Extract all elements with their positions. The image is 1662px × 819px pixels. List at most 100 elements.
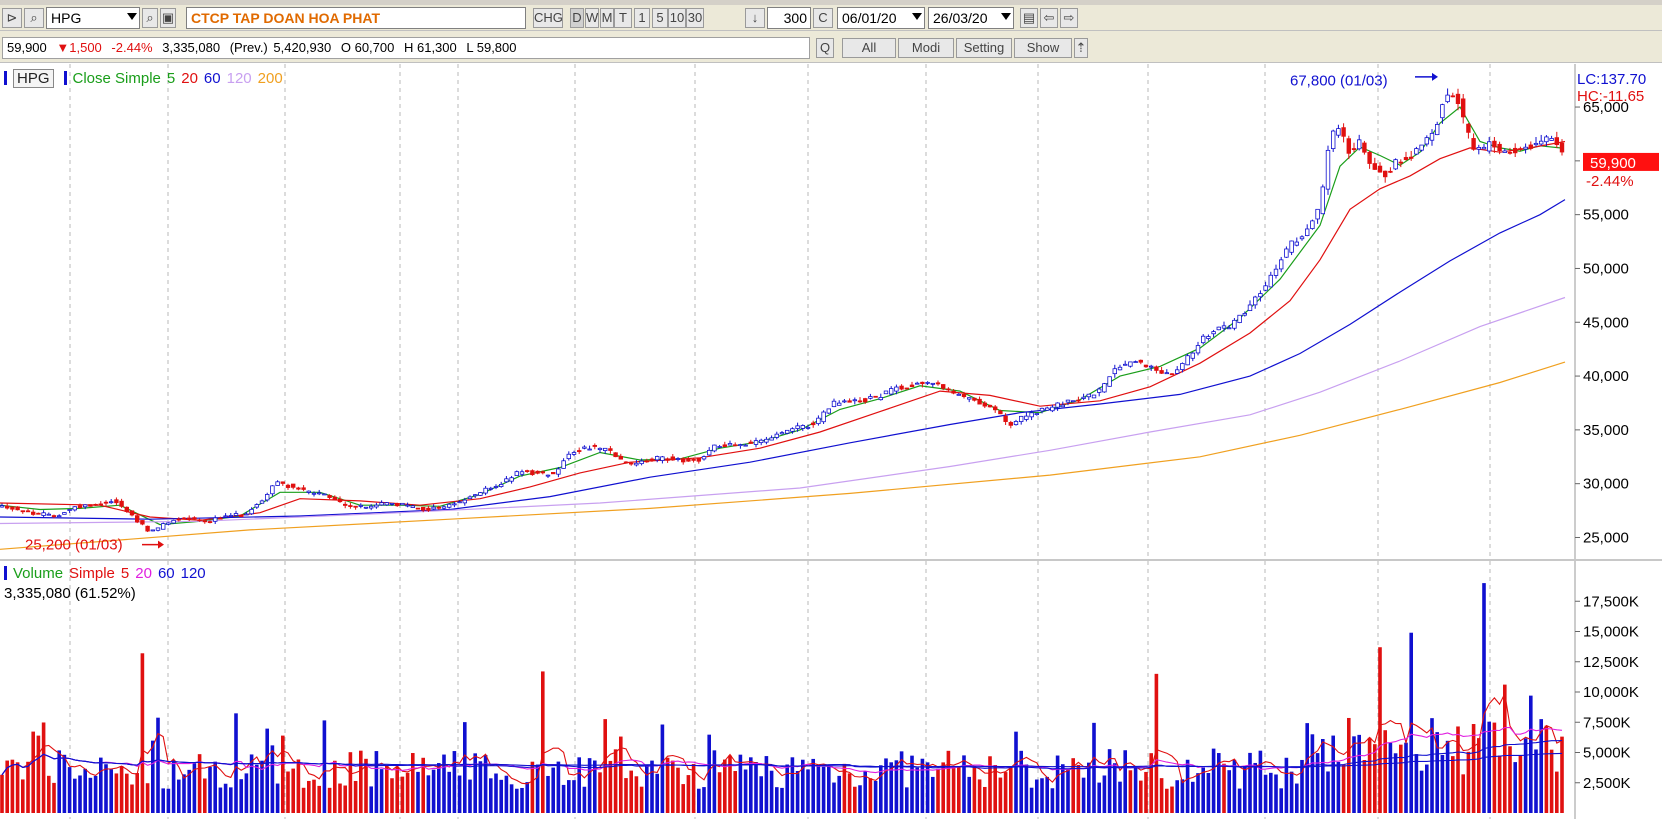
volume-bar — [130, 784, 134, 813]
volume-bar — [1050, 788, 1055, 813]
save-icon[interactable]: ▤ — [1020, 8, 1038, 28]
volume-bar — [858, 785, 862, 813]
candle-body — [712, 444, 717, 452]
chevron-down-icon — [127, 13, 137, 20]
expand-icon[interactable]: ⊳ — [2, 8, 22, 28]
symbol-select[interactable]: HPG — [46, 7, 140, 29]
volume-bar — [520, 787, 524, 813]
candle-body — [733, 444, 738, 447]
bars-count-input[interactable]: 300 — [767, 7, 811, 29]
period-button-t[interactable]: T — [614, 8, 632, 28]
candle-body — [571, 452, 577, 455]
volume-bar — [957, 766, 961, 813]
volume-bar — [931, 776, 935, 813]
candle-body — [639, 460, 644, 465]
period-button-1[interactable]: 1 — [634, 8, 650, 28]
candle-body — [961, 393, 967, 398]
search-icon[interactable]: ⌕ — [24, 8, 44, 28]
candle-body — [1216, 326, 1221, 331]
volume-bar — [1336, 761, 1341, 813]
candle-body — [316, 492, 322, 495]
volume-bar — [307, 780, 311, 813]
period-button-d[interactable]: D — [570, 8, 584, 28]
period-button-chg[interactable]: CHG — [533, 8, 563, 28]
candle-body — [873, 395, 878, 398]
volume-bar — [1269, 772, 1273, 813]
candle-body — [1029, 412, 1034, 418]
candle-body — [129, 510, 135, 516]
candle-body — [707, 449, 712, 456]
candle-body — [1424, 137, 1429, 145]
volume-bar — [114, 773, 119, 813]
volume-bar — [442, 754, 446, 813]
pin-icon[interactable]: ⇡ — [1074, 38, 1088, 58]
candle-body — [644, 460, 649, 463]
candle-body — [852, 399, 857, 402]
price-ma-label-60: 60 — [203, 70, 221, 87]
candle-body — [488, 487, 493, 490]
volume-bar — [821, 766, 826, 813]
candle-body — [1273, 268, 1279, 276]
volume-bar — [1471, 724, 1476, 813]
volume-bar — [255, 764, 259, 813]
price-chart-panel[interactable]: 65,00060,00055,00050,00045,00040,00035,0… — [0, 64, 1662, 559]
volume-bar — [1549, 749, 1554, 813]
date-from-select[interactable]: 06/01/20 — [837, 7, 925, 29]
volume-bar — [1295, 783, 1299, 813]
period-button-10[interactable]: 10 — [668, 8, 686, 28]
date-to-select[interactable]: 26/03/20 — [928, 7, 1014, 29]
candle-body — [894, 386, 899, 392]
price-legend: HPG Close Simple 5 20 60 120 200 — [4, 69, 295, 88]
volume-bar — [187, 769, 191, 813]
candle-body — [41, 512, 46, 516]
candle-body — [582, 446, 587, 449]
volume-bar — [379, 769, 384, 813]
candle-body — [1461, 98, 1466, 118]
q-button[interactable]: Q — [816, 38, 834, 58]
arrow-down-icon[interactable]: ↓ — [745, 8, 765, 28]
arrow-right-icon[interactable]: ⇨ — [1060, 8, 1078, 28]
volume-bar — [1253, 762, 1257, 813]
volume-bar — [743, 769, 748, 813]
zoom-icon[interactable]: ⌕ — [142, 8, 158, 28]
candle-body — [1185, 355, 1190, 366]
period-button-w[interactable]: W — [585, 8, 599, 28]
volume-bar — [650, 760, 654, 813]
modi-button[interactable]: Modi — [898, 38, 954, 58]
candle-body — [264, 494, 270, 501]
volume-bar — [847, 773, 852, 813]
last-change-label: -2.44% — [1586, 173, 1634, 190]
volume-bar — [811, 758, 815, 813]
candle-body — [811, 422, 816, 426]
candle-body — [629, 462, 634, 465]
volume-bar — [1087, 762, 1091, 813]
price-chart[interactable]: 65,00060,00055,00050,00045,00040,00035,0… — [0, 64, 1662, 559]
volume-bar — [1003, 772, 1008, 813]
candle-body — [1377, 165, 1383, 173]
setting-button[interactable]: Setting — [956, 38, 1012, 58]
volume-bar — [489, 778, 493, 813]
candle-body — [993, 406, 998, 411]
arrow-left-icon[interactable]: ⇦ — [1040, 8, 1058, 28]
volume-bar — [1128, 770, 1133, 813]
indicator-label: Close Simple — [72, 70, 161, 87]
candle-body — [1388, 170, 1393, 173]
volume-bar — [868, 778, 873, 813]
c-button[interactable]: C — [813, 8, 833, 28]
period-button-30[interactable]: 30 — [686, 8, 704, 28]
candle-body — [1206, 336, 1211, 339]
volume-chart[interactable]: 17,500K 15,000K 12,500K 10,000K 7,500K 5,000K… — [0, 561, 1662, 819]
show-button[interactable]: Show — [1014, 38, 1072, 58]
volume-bar — [151, 740, 155, 813]
volume-bar — [660, 724, 665, 813]
candle-body — [1367, 151, 1372, 164]
period-button-5[interactable]: 5 — [652, 8, 668, 28]
volume-bar — [780, 787, 784, 813]
lookup-icon[interactable]: ▣ — [160, 8, 176, 28]
last-price-label: 59,900 — [1590, 155, 1636, 172]
volume-chart-panel[interactable]: 17,500K 15,000K 12,500K 10,000K 7,500K 5,000K… — [0, 561, 1662, 819]
volume-bar — [281, 735, 285, 813]
all-button[interactable]: All — [842, 38, 896, 58]
period-button-m[interactable]: M — [600, 8, 614, 28]
volume-bar — [1180, 779, 1185, 813]
